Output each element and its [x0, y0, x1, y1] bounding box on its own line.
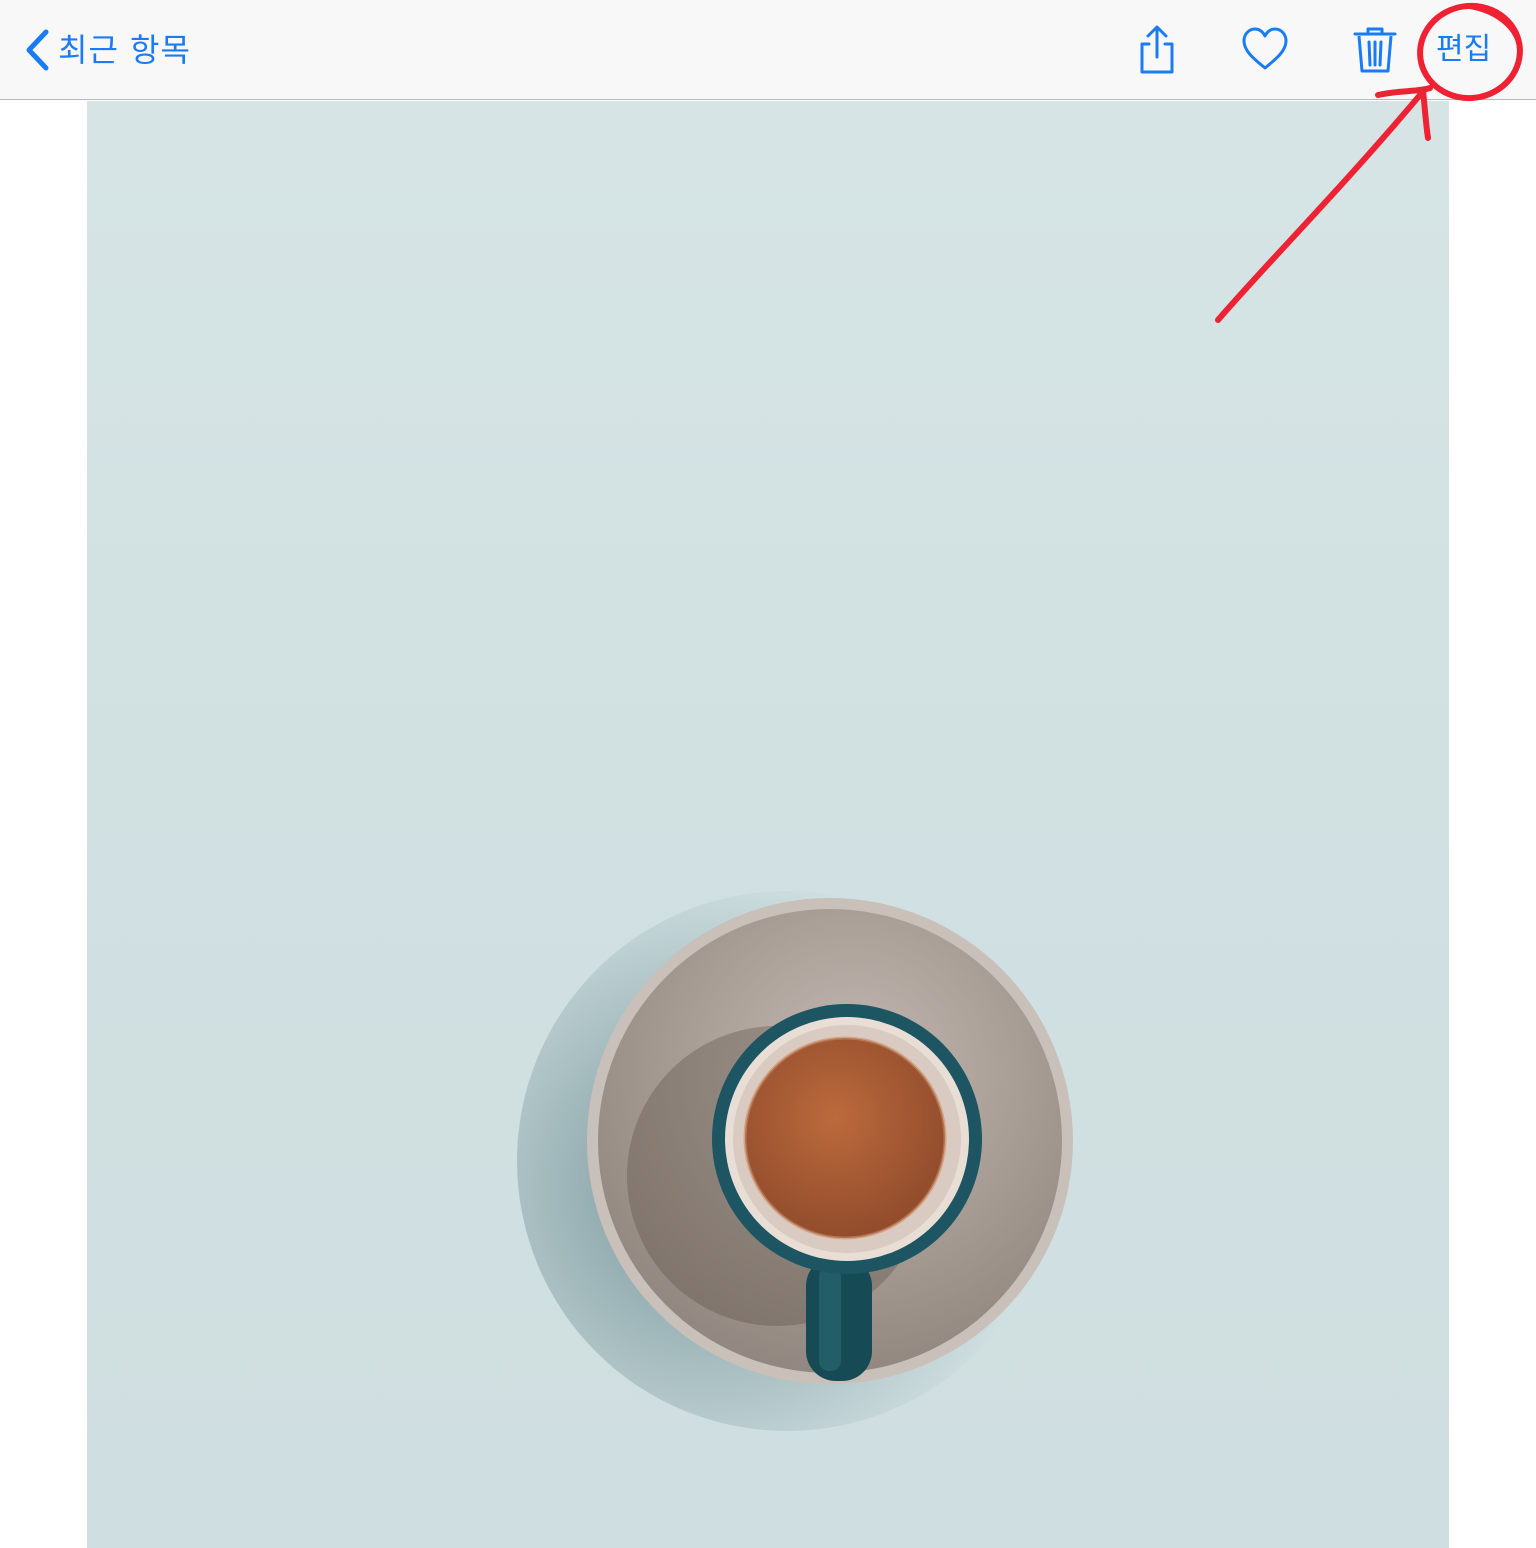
- back-label: 최근 항목: [58, 31, 191, 69]
- heart-icon: [1242, 27, 1288, 70]
- share-icon: [1140, 25, 1174, 74]
- back-button[interactable]: 최근 항목: [22, 26, 191, 74]
- edit-button[interactable]: 편집: [1436, 26, 1491, 74]
- photo-viewer: 최근 항목 편집: [0, 0, 1536, 1548]
- favorite-button[interactable]: [1240, 24, 1290, 76]
- coffee-cup-image: [517, 891, 1073, 1431]
- navigation-bar: 최근 항목 편집: [0, 0, 1536, 100]
- chevron-left-icon: [26, 29, 49, 71]
- delete-button[interactable]: [1350, 24, 1400, 76]
- trash-icon: [1353, 27, 1397, 73]
- share-button[interactable]: [1132, 24, 1182, 76]
- photo[interactable]: [87, 101, 1449, 1548]
